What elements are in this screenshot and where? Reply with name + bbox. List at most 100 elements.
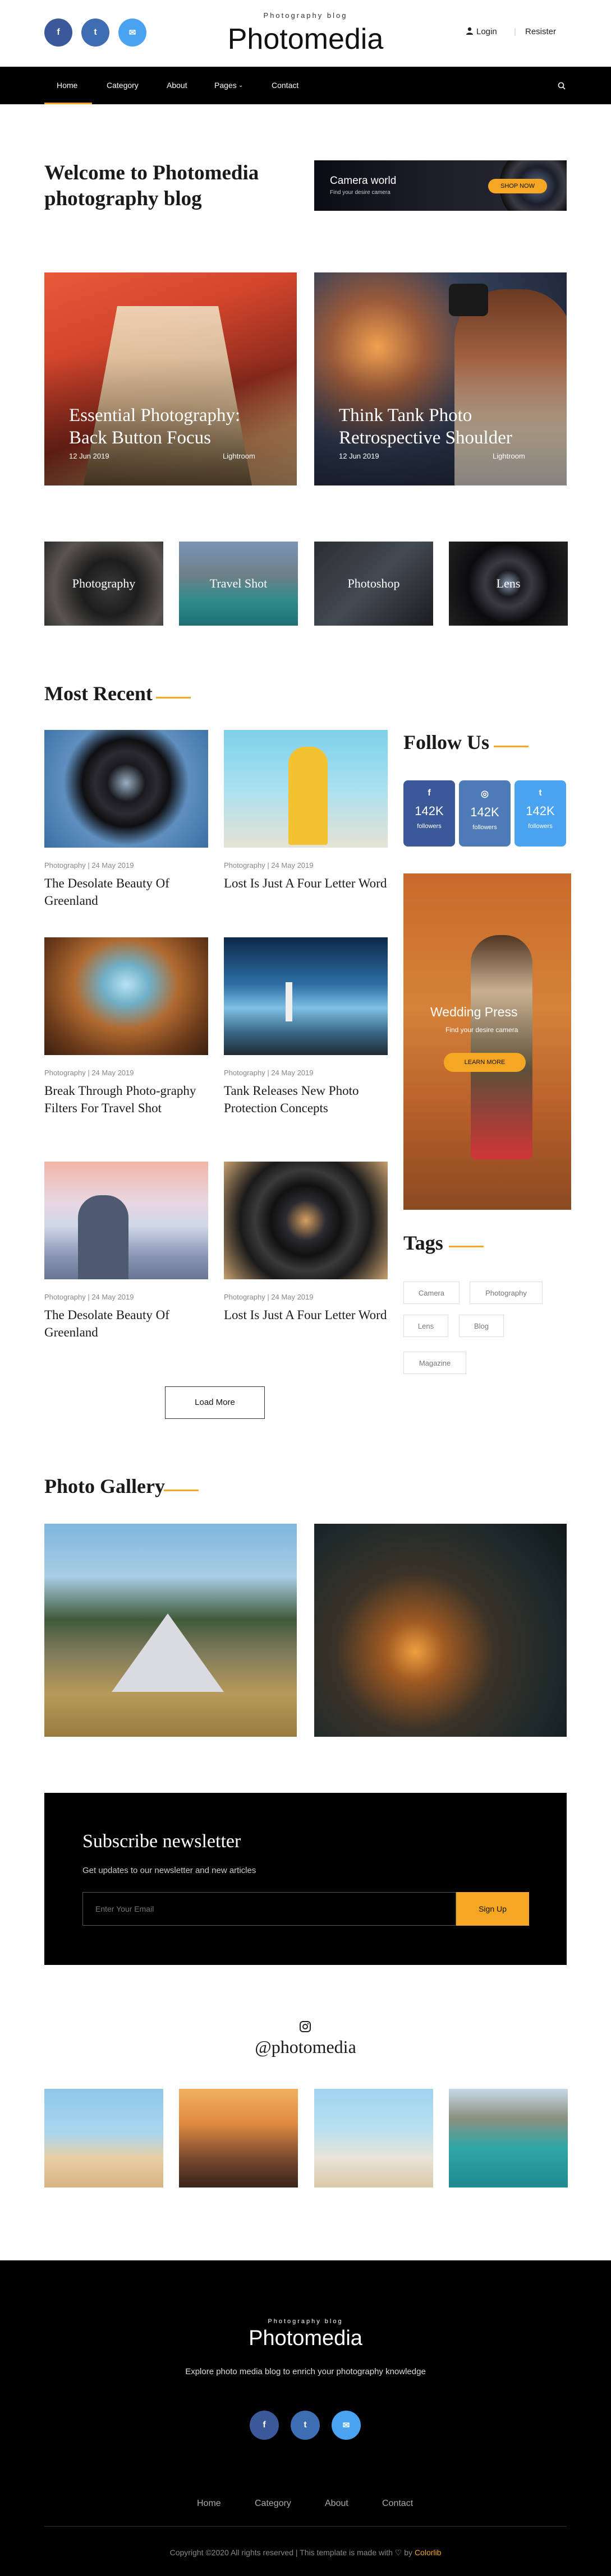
footer-tagline: Photography blog [268, 2318, 343, 2325]
copyright-by: by [404, 2548, 413, 2557]
shop-now-button[interactable]: SHOP NOW [488, 179, 547, 193]
tag-blog[interactable]: Blog [459, 1315, 504, 1337]
follower-count: 142K [526, 804, 555, 818]
follower-label: followers [417, 823, 442, 830]
sign-up-button[interactable]: Sign Up [456, 1892, 529, 1926]
learn-more-button[interactable]: LEARN MORE [444, 1053, 526, 1072]
category-label: Travel Shot [209, 576, 268, 590]
nav-category[interactable]: Category [107, 67, 139, 104]
tag-camera[interactable]: Camera [403, 1282, 460, 1304]
post-meta: Photography | 24 May 2019 [44, 1293, 134, 1301]
instagram-photo[interactable] [449, 2089, 568, 2187]
instagram-icon: ◎ [481, 789, 489, 799]
gallery-image[interactable] [314, 1524, 567, 1737]
facebook-icon: f [428, 788, 431, 798]
register-link[interactable]: Resister [525, 27, 556, 36]
heading-underline [164, 1490, 199, 1491]
instagram-handle[interactable]: @photomedia [0, 2037, 611, 2057]
post-title[interactable]: Lost Is Just A Four Letter Word [224, 875, 388, 892]
promo-title: Wedding Press [430, 1005, 518, 1019]
post-meta: Photography | 24 May 2019 [44, 861, 134, 870]
nav-active-indicator [44, 103, 92, 104]
category-label: Photoshop [347, 576, 400, 590]
banner-subtitle: Find your desire camera [330, 189, 391, 196]
footer-link-contact[interactable]: Contact [382, 2499, 413, 2509]
email-icon[interactable]: ✉ [332, 2411, 361, 2440]
footer-link-home[interactable]: Home [197, 2499, 221, 2509]
nav-pages[interactable]: Pages [214, 67, 237, 104]
email-input[interactable] [82, 1892, 456, 1926]
twitter-icon[interactable]: t [291, 2411, 320, 2440]
footer-brand[interactable]: Photomedia [0, 2327, 611, 2351]
subscribe-subtitle: Get updates to our newsletter and new ar… [82, 1866, 256, 1875]
footer-description: Explore photo media blog to enrich your … [185, 2367, 426, 2376]
post-meta: Photography | 24 May 2019 [224, 861, 314, 870]
load-more-button[interactable]: Load More [165, 1386, 265, 1419]
follow-twitter-card[interactable]: t 142K followers [514, 780, 566, 847]
feature-title[interactable]: Essential Photography: Back Button Focus [69, 404, 282, 449]
category-label: Lens [496, 576, 521, 590]
search-icon[interactable] [558, 67, 566, 104]
feature-date: 12 Jun 2019 [69, 452, 109, 460]
post-image[interactable] [224, 1162, 388, 1279]
instagram-photo[interactable] [314, 2089, 433, 2187]
copyright-text: Copyright ©2020 All rights reserved | Th… [169, 2548, 393, 2557]
post-title[interactable]: The Desolate Beauty Of Greenland [44, 875, 208, 909]
follower-count: 142K [415, 804, 444, 818]
instagram-photo[interactable] [179, 2089, 298, 2187]
feature-title[interactable]: Think Tank Photo Retrospective Shoulder [339, 404, 552, 449]
post-title[interactable]: Lost Is Just A Four Letter Word [224, 1306, 388, 1324]
heading-underline [156, 697, 191, 699]
feature-date: 12 Jun 2019 [339, 452, 379, 460]
category-travel-shot[interactable]: Travel Shot [179, 542, 298, 626]
heading-underline [449, 1246, 484, 1247]
nav-about[interactable]: About [167, 67, 187, 104]
promo-subtitle: Find your desire camera [445, 1026, 518, 1034]
heart-icon: ♡ [394, 2548, 402, 2557]
chevron-down-icon[interactable]: ⌄ [238, 67, 243, 104]
post-image[interactable] [224, 730, 388, 848]
post-image[interactable] [44, 1162, 208, 1279]
gallery-image[interactable] [44, 1524, 297, 1737]
category-lens[interactable]: Lens [449, 542, 568, 626]
follower-label: followers [528, 823, 553, 830]
post-image[interactable] [44, 937, 208, 1055]
wedding-press-promo[interactable]: Wedding Press Find your desire camera LE… [403, 873, 571, 1210]
feature-card[interactable]: Think Tank Photo Retrospective Shoulder … [314, 272, 567, 485]
nav-home[interactable]: Home [57, 67, 77, 104]
colorlib-link[interactable]: Colorlib [415, 2548, 441, 2557]
post-image[interactable] [44, 730, 208, 848]
feature-card[interactable]: Essential Photography: Back Button Focus… [44, 272, 297, 485]
follow-facebook-card[interactable]: f 142K followers [403, 780, 455, 847]
category-photoshop[interactable]: Photoshop [314, 542, 433, 626]
login-link[interactable]: Login [476, 27, 497, 36]
banner-title: Camera world [330, 175, 397, 187]
category-label: Photography [72, 576, 136, 590]
footer-link-category[interactable]: Category [255, 2499, 291, 2509]
tags-heading: Tags [403, 1232, 443, 1254]
post-title[interactable]: The Desolate Beauty Of Greenland [44, 1306, 208, 1341]
follower-label: followers [472, 824, 497, 831]
twitter-icon: t [539, 788, 542, 798]
tag-magazine[interactable]: Magazine [403, 1352, 466, 1374]
subscribe-title: Subscribe newsletter [82, 1831, 241, 1852]
post-title[interactable]: Tank Releases New Photo Protection Conce… [224, 1082, 388, 1117]
footer-link-about[interactable]: About [325, 2499, 348, 2509]
category-photography[interactable]: Photography [44, 542, 163, 626]
instagram-icon[interactable] [299, 2020, 311, 2036]
feature-category[interactable]: Lightroom [493, 452, 525, 460]
post-image[interactable] [224, 937, 388, 1055]
camera-world-banner[interactable]: Camera world Find your desire camera SHO… [314, 160, 567, 211]
facebook-icon[interactable]: f [250, 2411, 279, 2440]
feature-category[interactable]: Lightroom [223, 452, 255, 460]
follow-instagram-card[interactable]: ◎ 142K followers [459, 780, 511, 847]
post-title[interactable]: Break Through Photo-graphy Filters For T… [44, 1082, 208, 1117]
nav-contact[interactable]: Contact [272, 67, 298, 104]
brand-logo[interactable]: Photomedia [0, 22, 611, 56]
header-divider: | [514, 27, 516, 36]
instagram-photo[interactable] [44, 2089, 163, 2187]
main-navbar: Home Category About Pages ⌄ Contact [0, 67, 611, 104]
tag-photography[interactable]: Photography [470, 1282, 543, 1304]
user-icon[interactable] [466, 27, 474, 37]
tag-lens[interactable]: Lens [403, 1315, 448, 1337]
